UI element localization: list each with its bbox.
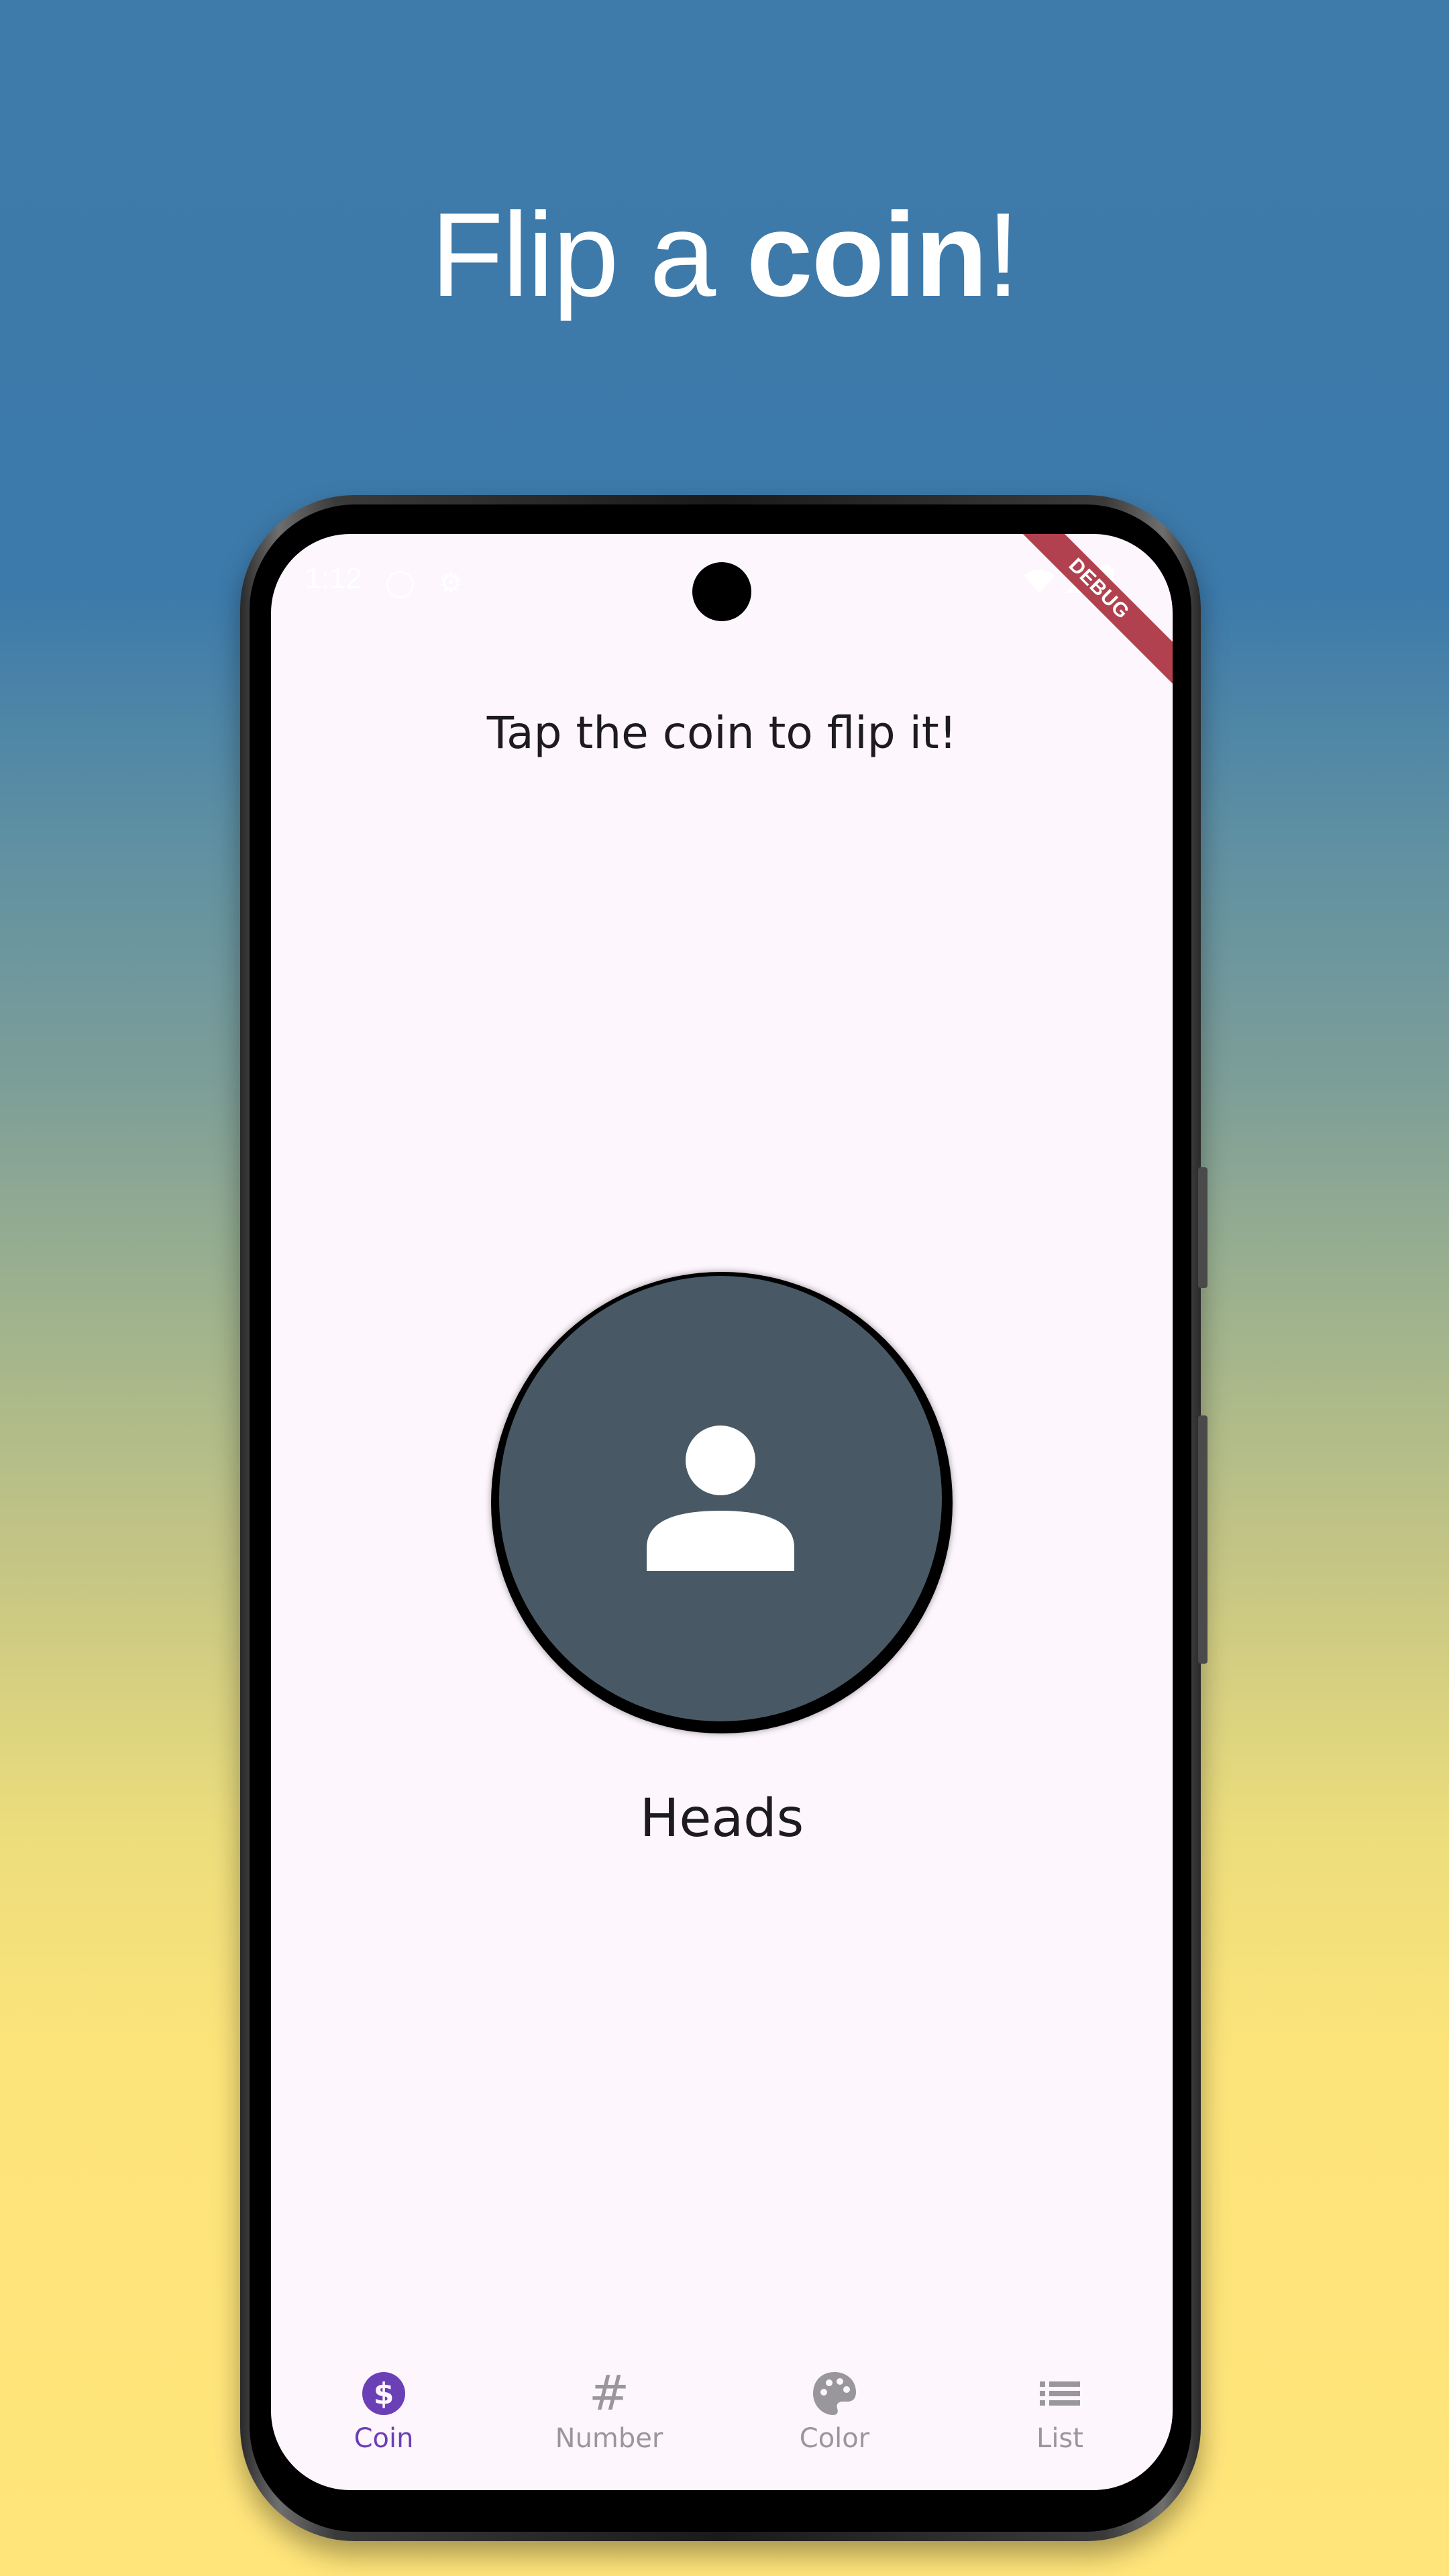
front-camera xyxy=(692,562,751,621)
wifi-icon xyxy=(1024,570,1055,593)
nav-label-number: Number xyxy=(555,2423,663,2454)
nav-item-coin[interactable]: $ Coin xyxy=(271,2369,496,2483)
headline-prefix: Flip a xyxy=(430,188,747,321)
phone-screen: 1:12 ◯ ⚙ DEBUG Tap the coin to flip it! … xyxy=(271,534,1173,2490)
gear-icon: ⚙ xyxy=(439,568,463,598)
person-icon xyxy=(647,1426,794,1571)
palette-icon xyxy=(813,2372,856,2415)
nav-item-list[interactable]: List xyxy=(947,2369,1173,2483)
nav-label-color: Color xyxy=(799,2423,870,2454)
status-time: 1:12 xyxy=(305,562,362,595)
hash-icon: # xyxy=(589,2369,629,2418)
volume-button xyxy=(1198,1167,1208,1288)
coin-face[interactable] xyxy=(499,1276,942,1721)
nav-item-number[interactable]: # Number xyxy=(496,2369,722,2483)
list-icon xyxy=(1040,2381,1080,2406)
flip-result: Heads xyxy=(639,1788,804,1849)
dollar-circle-icon: $ xyxy=(362,2372,405,2415)
headline-strong: coin xyxy=(746,188,988,321)
power-button xyxy=(1198,1415,1208,1664)
promo-headline: Flip a coin! xyxy=(0,181,1449,329)
nav-label-list: List xyxy=(1036,2423,1083,2454)
coin-button[interactable] xyxy=(491,1272,953,1733)
nav-item-color[interactable]: Color xyxy=(722,2369,947,2483)
svg-text:#: # xyxy=(589,2369,629,2418)
shield-icon: ◯ xyxy=(385,568,415,598)
svg-text:$: $ xyxy=(374,2377,394,2411)
headline-suffix: ! xyxy=(986,188,1020,321)
bottom-navigation: $ Coin # Number Color List xyxy=(271,2356,1173,2490)
instruction-text: Tap the coin to flip it! xyxy=(486,707,957,759)
nav-label-coin: Coin xyxy=(354,2423,414,2454)
